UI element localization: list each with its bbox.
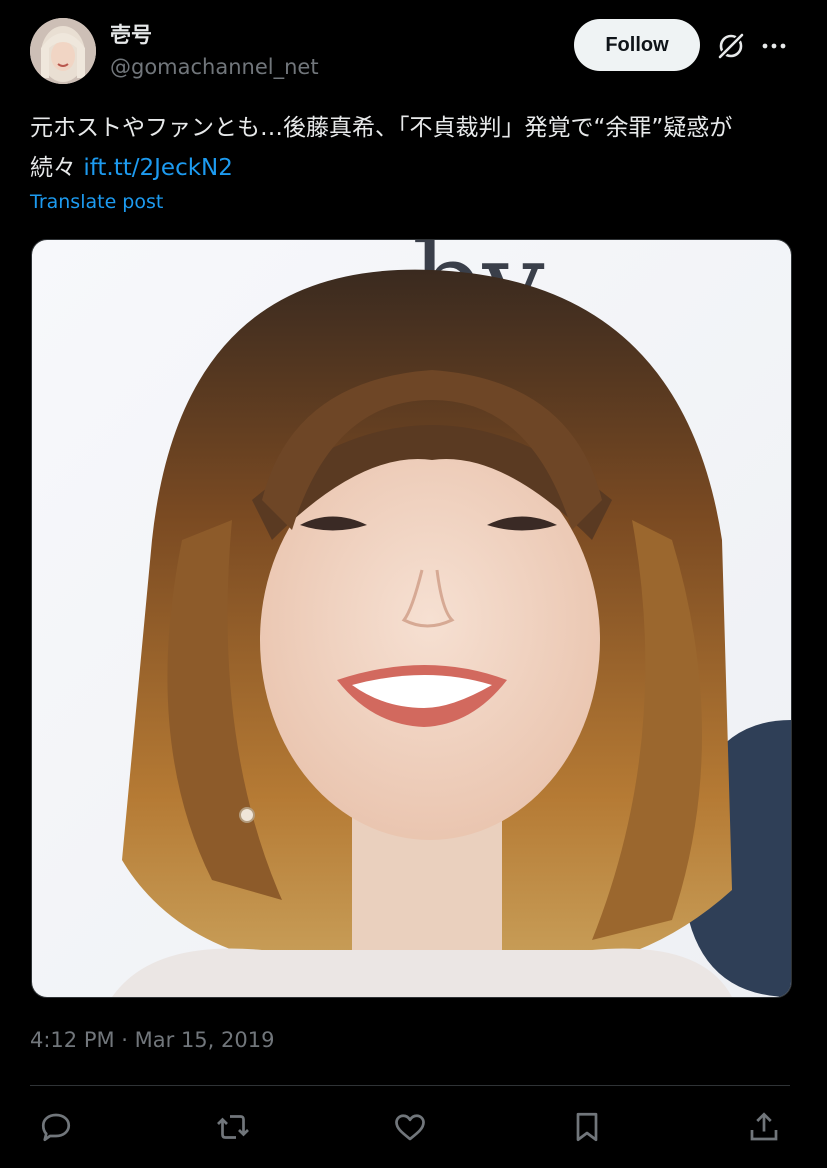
reply-icon[interactable]	[34, 1105, 78, 1149]
repost-icon[interactable]	[211, 1105, 255, 1149]
grok-icon[interactable]	[714, 29, 748, 63]
author-display-name[interactable]: 壱号	[110, 19, 152, 49]
translate-post-link[interactable]: Translate post	[30, 191, 163, 213]
share-icon[interactable]	[742, 1105, 786, 1149]
like-icon[interactable]	[388, 1105, 432, 1149]
post-timestamp[interactable]: 4:12 PM · Mar 15, 2019	[30, 1028, 274, 1052]
follow-button[interactable]: Follow	[574, 19, 700, 71]
post-photo[interactable]: by	[31, 239, 792, 998]
bookmark-icon[interactable]	[565, 1105, 609, 1149]
post-link[interactable]: ift.tt/2JeckN2	[83, 155, 233, 181]
more-horizontal-icon[interactable]	[760, 34, 788, 58]
author-handle[interactable]: @gomachannel_net	[110, 55, 319, 79]
divider	[30, 1085, 790, 1086]
post-text: 元ホストやファンとも…後藤真希、「不貞裁判」発覚で“余罪”疑惑が続々 ift.t…	[30, 108, 760, 188]
avatar[interactable]	[30, 18, 96, 84]
